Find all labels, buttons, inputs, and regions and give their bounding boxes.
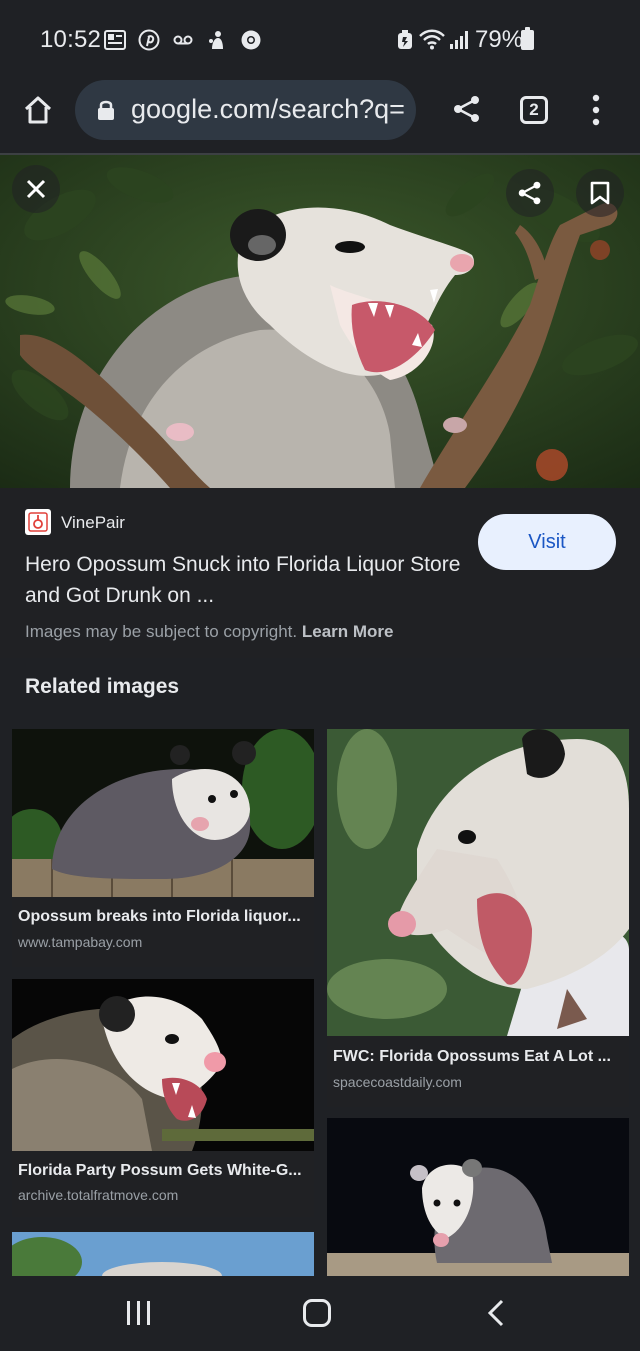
status-left-icons (104, 29, 262, 51)
chrome-icon (241, 30, 261, 50)
visit-button[interactable]: Visit (478, 514, 616, 570)
share-icon (518, 181, 541, 205)
related-image-card[interactable]: Florida Party Possum Gets White-G... arc… (12, 979, 314, 1217)
close-icon (26, 179, 46, 199)
related-image-title: Florida Party Possum Gets White-G... (18, 1162, 302, 1179)
more-menu-icon[interactable] (590, 94, 602, 126)
copyright-notice: Images may be subject to copyright. Lear… (25, 622, 394, 642)
related-images-heading: Related images (25, 675, 180, 698)
related-image-thumbnail (327, 1118, 629, 1276)
share-icon[interactable] (452, 94, 482, 124)
related-image-thumbnail (327, 729, 629, 1036)
voicemail-icon (173, 35, 193, 45)
related-image-thumbnail (12, 729, 314, 897)
learn-more-link[interactable]: Learn More (302, 622, 394, 641)
related-image-domain: www.tampabay.com (18, 934, 143, 950)
source-card: VinePair Hero Opossum Snuck into Florida… (0, 488, 640, 658)
home-icon[interactable] (22, 94, 54, 126)
save-image-button[interactable] (576, 169, 624, 217)
share-image-button[interactable] (506, 169, 554, 217)
url-text: google.com/search?q= (131, 94, 405, 124)
related-image-card[interactable] (12, 1232, 314, 1276)
hero-image[interactable] (0, 155, 640, 488)
related-image-domain: spacecoastdaily.com (333, 1074, 462, 1090)
source-title[interactable]: Hero Opossum Snuck into Florida Liquor S… (25, 549, 465, 611)
related-image-card[interactable]: Opossum breaks into Florida liquor... ww… (12, 729, 314, 967)
vinepair-favicon (25, 509, 51, 535)
close-preview-button[interactable] (12, 165, 60, 213)
status-time: 10:52 (40, 26, 102, 53)
address-bar[interactable]: google.com/search?q= (75, 80, 416, 140)
related-image-thumbnail (12, 979, 314, 1151)
related-image-card[interactable] (327, 1118, 629, 1276)
back-icon[interactable] (486, 1299, 506, 1327)
lock-icon (98, 100, 114, 120)
system-nav-bar (0, 1276, 640, 1351)
bookmark-icon (590, 181, 610, 205)
battery-saver-icon (398, 30, 412, 49)
related-image-domain: archive.totalfratmove.com (18, 1187, 179, 1203)
app-notification-icon (209, 31, 223, 49)
status-bar: 10:52 79% (0, 0, 640, 80)
related-image-card[interactable]: FWC: Florida Opossums Eat A Lot ... spac… (327, 729, 629, 1107)
news-icon (104, 30, 126, 50)
tab-switcher-button[interactable]: 2 (520, 96, 548, 124)
vinepair-logo-icon (28, 512, 48, 532)
wifi-icon (419, 29, 445, 50)
related-image-title: Opossum breaks into Florida liquor... (18, 908, 301, 925)
browser-toolbar: google.com/search?q= 2 (0, 80, 640, 154)
pinterest-icon (138, 29, 160, 51)
copyright-text: Images may be subject to copyright. (25, 622, 298, 641)
related-image-thumbnail (12, 1232, 314, 1276)
source-site-name[interactable]: VinePair (61, 513, 125, 533)
home-button[interactable] (303, 1299, 331, 1327)
signal-icon (450, 31, 468, 49)
battery-icon (521, 27, 534, 50)
related-image-title: FWC: Florida Opossums Eat A Lot ... (333, 1048, 611, 1065)
battery-percent: 79% (475, 26, 524, 53)
recents-icon[interactable] (125, 1300, 153, 1326)
